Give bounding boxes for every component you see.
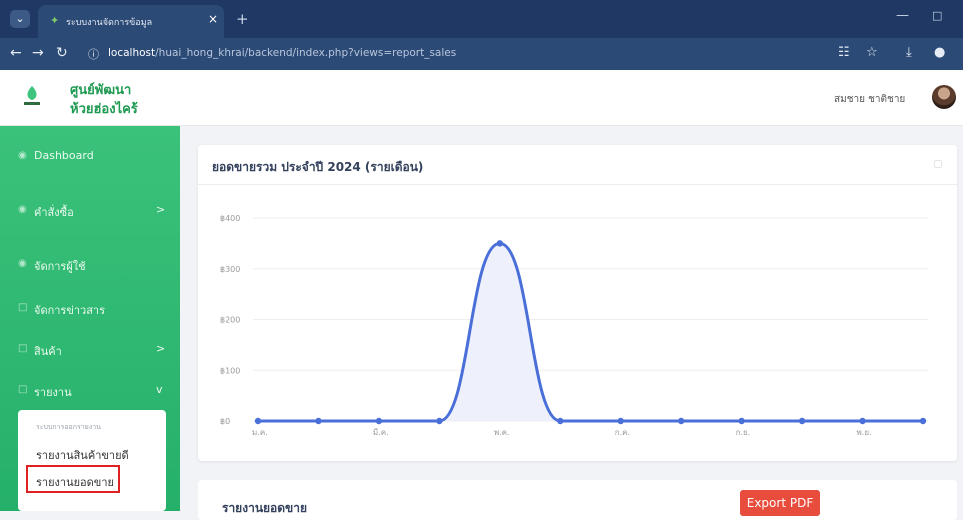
minimize-icon[interactable]: —: [896, 8, 909, 23]
brand-name-line1: ศูนย์พัฒนา: [70, 83, 132, 98]
leaf-favicon-icon: ✦: [50, 14, 60, 27]
url-path: /huai_hong_khrai/backend/index.php?views…: [155, 47, 457, 59]
report-title: รายงานยอดขาย: [222, 501, 308, 515]
restore-icon[interactable]: □: [932, 9, 942, 22]
sidebar-item-products[interactable]: □ สินค้า >: [0, 335, 180, 365]
data-point: [254, 417, 262, 425]
sidebar-item-label: คำสั่งซื้อ: [34, 206, 74, 219]
logo-icon: [24, 86, 40, 105]
avatar[interactable]: [932, 85, 956, 109]
sales-report-card: รายงานยอดขาย: [198, 480, 957, 520]
sidebar-item-label: Dashboard: [34, 149, 94, 162]
reload-icon[interactable]: ↻: [56, 45, 68, 61]
top-bar: สมชาย ชาติชาย: [180, 70, 963, 126]
data-point: [798, 417, 806, 425]
tab-menu-button[interactable]: ⌄: [10, 10, 30, 28]
new-tab-icon[interactable]: +: [236, 10, 249, 28]
sidebar-item-news[interactable]: □ จัดการข่าวสาร: [0, 294, 180, 324]
x-tick-label: ม.ค.: [252, 428, 268, 437]
sales-chart-card: ยอดขายรวม ประจำปี 2024 (รายเดือน) ฿0 ฿100…: [198, 145, 957, 461]
sidebar-item-reports[interactable]: □ รายงาน v: [0, 376, 180, 406]
data-point: [919, 417, 927, 425]
dashboard-icon: ◉: [18, 150, 27, 161]
report-icon: □: [18, 384, 28, 395]
box-icon: □: [18, 343, 28, 354]
submenu-item-sales-report[interactable]: รายงานยอดขาย: [36, 473, 114, 491]
x-tick-label: ก.ค.: [615, 428, 630, 437]
data-point: [738, 417, 745, 425]
sidebar: ศูนย์พัฒนา ห้วยฮ่องไคร้ ◉ Dashboard ◉ คำ…: [0, 70, 180, 511]
sidebar-item-label: จัดการผู้ใช้: [34, 260, 86, 273]
y-tick-label: ฿0: [220, 417, 230, 426]
card-title: ยอดขายรวม ประจำปี 2024 (รายเดือน): [212, 160, 424, 174]
download-icon[interactable]: ⤓: [906, 45, 912, 60]
brand[interactable]: ศูนย์พัฒนา ห้วยฮ่องไคร้: [0, 70, 180, 126]
reports-submenu: ระบบการออกรายงาน รายงานสินค้าขายดี รายงา…: [18, 410, 166, 511]
x-tick-label: ก.ย.: [736, 428, 751, 437]
address-bar: ← → ↻ ⓘ localhost/huai_hong_khrai/backen…: [0, 38, 963, 70]
chevron-down-icon: v: [156, 383, 163, 396]
sidebar-item-users[interactable]: ◉ จัดการผู้ใช้: [0, 250, 180, 280]
site-info-icon[interactable]: ⓘ: [88, 46, 99, 62]
url-text: localhost/huai_hong_khrai/backend/index.…: [108, 47, 456, 59]
data-point: [436, 417, 443, 425]
y-tick-label: ฿400: [220, 214, 240, 223]
tab-close-icon[interactable]: ×: [208, 12, 218, 26]
sidebar-item-label: รายงาน: [34, 386, 72, 399]
y-tick-label: ฿200: [220, 316, 240, 325]
sidebar-item-label: สินค้า: [34, 345, 62, 358]
data-point: [617, 417, 624, 425]
user-name[interactable]: สมชาย ชาติชาย: [834, 92, 905, 107]
data-point: [375, 417, 383, 425]
url-field[interactable]: ⓘ localhost/huai_hong_khrai/backend/inde…: [82, 43, 872, 65]
browser-tab-bar: ⌄ ✦ ระบบงานจัดการข้อมูล × + — □: [0, 0, 963, 38]
x-tick-label: มี.ค.: [373, 428, 389, 437]
sidebar-item-dashboard[interactable]: ◉ Dashboard: [0, 142, 180, 172]
cart-icon: ◉: [18, 204, 27, 215]
x-tick-label: พ.ค.: [494, 428, 510, 437]
forward-icon[interactable]: →: [32, 45, 44, 61]
export-pdf-button[interactable]: Export PDF: [740, 490, 820, 516]
submenu-heading: ระบบการออกรายงาน: [36, 423, 101, 431]
card-options-icon[interactable]: [934, 160, 942, 168]
data-point: [315, 417, 322, 425]
tab-title: ระบบงานจัดการข้อมูล: [66, 18, 153, 28]
y-tick-label: ฿300: [220, 265, 240, 274]
chevron-right-icon: >: [156, 342, 166, 355]
card-header: ยอดขายรวม ประจำปี 2024 (รายเดือน): [198, 145, 957, 185]
data-point: [859, 417, 866, 425]
data-point: [677, 417, 685, 425]
submenu-item-bestsellers[interactable]: รายงานสินค้าขายดี: [36, 446, 129, 464]
browser-tab[interactable]: ✦ ระบบงานจัดการข้อมูล ×: [38, 5, 224, 38]
back-icon[interactable]: ←: [10, 45, 22, 61]
x-tick-label: พ.ย.: [857, 428, 872, 437]
sidebar-item-orders[interactable]: ◉ คำสั่งซื้อ >: [0, 196, 180, 226]
brand-name-line2: ห้วยฮ่องไคร้: [70, 102, 138, 117]
profile-icon[interactable]: ●: [934, 45, 945, 60]
news-icon: □: [18, 302, 28, 313]
sidebar-item-label: จัดการข่าวสาร: [34, 304, 106, 317]
data-point: [557, 417, 564, 425]
y-tick-label: ฿100: [220, 366, 240, 375]
series-line: [258, 241, 923, 423]
chevron-right-icon: >: [156, 203, 166, 216]
data-point: [496, 240, 504, 247]
translate-icon[interactable]: ☷: [838, 45, 850, 60]
user-icon: ◉: [18, 258, 27, 269]
series-area: [258, 243, 923, 421]
url-host: localhost: [108, 47, 156, 59]
sales-line-chart: ฿0 ฿100 ฿200 ฿300 ฿400 ม.ค. มี.ค. พ.ค. ก.ค. ก.ย. พ…: [220, 214, 928, 437]
star-icon[interactable]: ☆: [866, 45, 878, 60]
